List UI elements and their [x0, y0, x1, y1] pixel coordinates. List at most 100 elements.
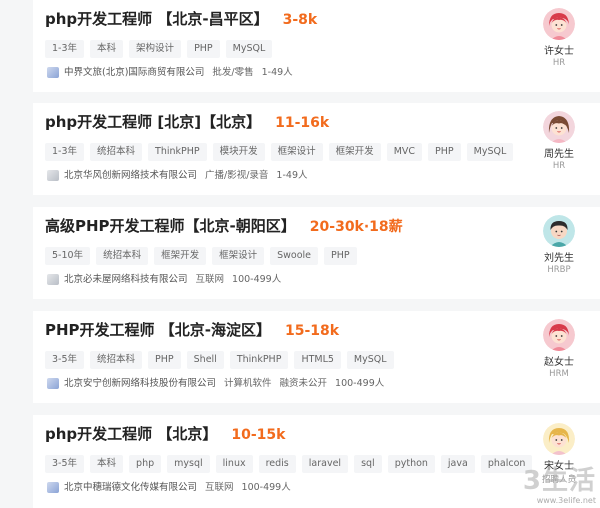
tag: 1-3年 [45, 40, 85, 58]
job-card[interactable]: 高级PHP开发工程师【北京-朝阳区】 20-30k·18薪 5-10年 统招本科 框架… [33, 207, 600, 299]
company-industry: 广播/影视/录音 [205, 170, 269, 181]
recruiter-role: HR [552, 161, 566, 171]
tag-list: 1-3年 本科 架构设计 PHP MySQL [45, 40, 278, 58]
recruiter-info[interactable]: 周先生 HR [534, 111, 584, 171]
company-industry: 互联网 [205, 482, 234, 493]
job-title[interactable]: php开发工程师 【北京-昌平区】 [45, 10, 269, 28]
tag: 5-10年 [45, 247, 91, 265]
tag: java [440, 455, 475, 473]
job-title[interactable]: php开发工程师 [北京]【北京】 [45, 113, 261, 131]
company-size: 100-499人 [335, 378, 385, 389]
salary: 10-15k [231, 427, 286, 443]
recruiter-info[interactable]: 刘先生 HRBP [534, 215, 584, 275]
job-title-row: php开发工程师 【北京-昌平区】 3-8k [45, 8, 317, 29]
tag: redis [258, 455, 296, 473]
female-avatar-icon [543, 111, 575, 143]
recruiter-name: 刘先生 [544, 253, 574, 264]
tag: 统招本科 [96, 247, 149, 265]
tag: MySQL [466, 143, 514, 161]
tag: 架构设计 [129, 40, 182, 58]
watermark-logo-text: 3生活 [522, 466, 596, 496]
recruiter-role: HRBP [547, 265, 571, 275]
tag: ThinkPHP [148, 143, 207, 161]
company-name[interactable]: 北京必未屋网络科技有限公司 [64, 274, 188, 285]
tag: mysql [167, 455, 210, 473]
recruiter-name: 周先生 [544, 149, 574, 160]
tag: 统招本科 [90, 143, 143, 161]
tag-list: 5-10年 统招本科 框架开发 框架设计 Swoole PHP [45, 247, 363, 265]
company-size: 1-49人 [261, 67, 293, 78]
recruiter-info[interactable]: 许女士 HR [534, 8, 584, 68]
tag: PHP [324, 247, 357, 265]
job-title-row: 高级PHP开发工程师【北京-朝阳区】 20-30k·18薪 [45, 215, 403, 236]
job-card[interactable]: php开发工程师 [北京]【北京】 11-16k 1-3年 统招本科 ThinkPHP… [33, 103, 600, 195]
company-logo-icon [47, 67, 59, 78]
tag: 3-5年 [45, 351, 85, 369]
company-logo-icon [47, 482, 59, 493]
tag: php [129, 455, 162, 473]
company-industry: 批发/零售 [212, 67, 254, 78]
recruiter-name: 许女士 [544, 46, 574, 57]
salary: 11-16k [275, 115, 330, 131]
tag-list: 3-5年 统招本科 PHP Shell ThinkPHP HTML5 MySQL [45, 351, 400, 369]
company-name[interactable]: 北京安宁创新网络科技股份有限公司 [64, 378, 216, 389]
tag: 3-5年 [45, 455, 85, 473]
tag: HTML5 [294, 351, 341, 369]
company-row: 北京中穗瑞德文化传媒有限公司 互联网 100-499人 [47, 479, 299, 493]
salary: 15-18k [285, 323, 340, 339]
tag: laravel [301, 455, 349, 473]
company-size: 1-49人 [276, 170, 308, 181]
job-card[interactable]: PHP开发工程师 【北京-海淀区】 15-18k 3-5年 统招本科 PHP Shell… [33, 311, 600, 403]
job-title-row: PHP开发工程师 【北京-海淀区】 15-18k [45, 319, 339, 340]
recruiter-name: 赵女士 [544, 357, 574, 368]
tag: 模块开发 [212, 143, 265, 161]
female-avatar-icon [543, 423, 575, 455]
company-row: 中界文旅(北京)国际商贸有限公司 批发/零售 1-49人 [47, 64, 301, 78]
company-row: 北京华风创新网络技术有限公司 广播/影视/录音 1-49人 [47, 167, 315, 181]
job-card[interactable]: php开发工程师 【北京-昌平区】 3-8k 1-3年 本科 架构设计 PHP MySQL… [33, 0, 600, 92]
tag: Swoole [270, 247, 319, 265]
company-funding: 融资未公开 [279, 378, 328, 389]
company-name[interactable]: 北京中穗瑞德文化传媒有限公司 [64, 482, 197, 493]
tag: PHP [187, 40, 220, 58]
company-industry: 互联网 [195, 274, 225, 285]
tag: ThinkPHP [229, 351, 289, 369]
company-row: 北京必未屋网络科技有限公司 互联网 100-499人 [47, 271, 289, 285]
job-title-row: php开发工程师 【北京】 10-15k [45, 423, 285, 444]
company-name[interactable]: 北京华风创新网络技术有限公司 [64, 170, 197, 181]
tag: 本科 [90, 40, 124, 58]
tag: linux [215, 455, 253, 473]
site-watermark: 3生活 www.3elife.net [498, 466, 596, 506]
tag-list: 3-5年 本科 php mysql linux redis laravel sql python… [45, 455, 538, 473]
job-title[interactable]: PHP开发工程师 【北京-海淀区】 [45, 321, 271, 339]
tag-list: 1-3年 统招本科 ThinkPHP 模块开发 框架设计 框架开发 MVC PHP MySQL [45, 143, 519, 161]
job-title[interactable]: 高级PHP开发工程师【北京-朝阳区】 [45, 217, 296, 235]
company-logo-icon [47, 274, 59, 285]
tag: 统招本科 [90, 351, 143, 369]
tag: 框架开发 [328, 143, 381, 161]
tag: python [387, 455, 435, 473]
male-avatar-icon [543, 215, 575, 247]
company-size: 100-499人 [232, 274, 282, 285]
recruiter-info[interactable]: 赵女士 HRM [534, 319, 584, 379]
tag: 1-3年 [45, 143, 85, 161]
recruiter-role: HRM [549, 369, 569, 379]
watermark-url: www.3elife.net [536, 496, 596, 505]
company-row: 北京安宁创新网络科技股份有限公司 计算机软件 融资未公开 100-499人 [47, 375, 392, 389]
tag: 框架设计 [212, 247, 265, 265]
tag: 框架开发 [154, 247, 207, 265]
job-title-row: php开发工程师 [北京]【北京】 11-16k [45, 111, 329, 132]
female-avatar-icon [543, 8, 575, 40]
tag: 本科 [90, 455, 124, 473]
company-logo-icon [47, 378, 59, 389]
tag: PHP [428, 143, 461, 161]
company-name[interactable]: 中界文旅(北京)国际商贸有限公司 [64, 67, 204, 78]
recruiter-role: HR [552, 58, 566, 68]
tag: 框架设计 [270, 143, 323, 161]
salary: 3-8k [282, 12, 318, 28]
job-title[interactable]: php开发工程师 【北京】 [45, 425, 217, 443]
tag: MySQL [225, 40, 273, 58]
tag: PHP [148, 351, 181, 369]
tag: MySQL [346, 351, 394, 369]
female-avatar-icon [543, 319, 575, 351]
